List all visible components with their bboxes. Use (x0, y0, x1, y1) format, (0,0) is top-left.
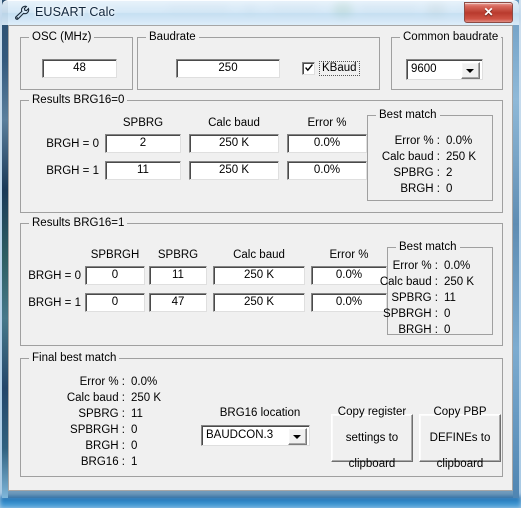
row-label-brgh-1: BRGH = 1 (46, 165, 99, 177)
cell-spbrg-brgh0: 2 (105, 134, 181, 153)
group-final-best-match: Final best match Error % : 0.0% Calc bau… (20, 352, 503, 477)
final-value-brgh: 0 (131, 440, 138, 452)
copy-pbp-line-1: Copy PBP (433, 405, 487, 418)
common-baudrate-combobox[interactable]: 9600 (406, 59, 483, 80)
copy-register-line-1: Copy register (337, 405, 407, 418)
brg16-location-value: BAUDCON.3 (206, 429, 274, 441)
copy-register-line-2: settings to (345, 431, 399, 444)
column-header-calc-baud: Calc baud (233, 249, 285, 261)
best-match-label-brgh: BRGH : (398, 324, 438, 336)
cell-spbrg-brgh1: 11 (105, 161, 181, 180)
column-header-calc-baud: Calc baud (208, 117, 260, 129)
copy-register-settings-button[interactable]: Copy register settings to clipboard (331, 406, 413, 470)
best-match-label-error: Error % : (392, 260, 438, 272)
brg16-location-combobox[interactable]: BAUDCON.3 (201, 425, 310, 446)
group-results-brg16-1-legend: Results BRG16=1 (29, 217, 128, 229)
best-match-value-spbrg: 2 (446, 167, 453, 179)
checkmark-icon (305, 64, 313, 72)
cell-spbrgh-brgh0: 0 (85, 266, 145, 285)
cell-calc-baud-brgh1: 250 K (189, 161, 279, 180)
copy-register-line-3: clipboard (348, 457, 396, 470)
wrench-icon (15, 5, 30, 20)
close-button[interactable]: ✕ (464, 2, 513, 23)
group-results-brg16-0-legend: Results BRG16=0 (29, 94, 128, 106)
osc-input[interactable]: 48 (42, 59, 117, 78)
best-match-value-spbrgh: 0 (444, 308, 451, 320)
row-label-brgh-0: BRGH = 0 (46, 138, 99, 150)
group-baudrate: Baudrate 250 KBaud (137, 31, 380, 90)
column-header-error: Error % (307, 117, 347, 129)
cell-error-brgh1: 0.0% (287, 161, 367, 180)
best-match-value-spbrg: 11 (444, 292, 456, 304)
best-match-label-error: Error % : (394, 135, 440, 147)
final-label-spbrgh: SPBRGH : (70, 424, 125, 436)
dialog-client-area: OSC (MHz) 48 Baudrate 250 KBaud Common b… (8, 25, 513, 491)
best-match-value-brgh: 0 (444, 324, 451, 336)
row-label-brgh-0: BRGH = 0 (28, 270, 81, 282)
cell-spbrg-brgh1: 47 (149, 293, 207, 312)
column-header-spbrgh: SPBRGH (90, 249, 140, 261)
column-header-spbrg: SPBRG (157, 249, 199, 261)
common-baudrate-value: 9600 (411, 63, 437, 75)
cell-calc-baud-brgh1: 250 K (213, 293, 305, 312)
group-baudrate-legend: Baudrate (146, 31, 199, 43)
group-results-brg16-1: Results BRG16=1 SPBRGH SPBRG Calc baud E… (20, 217, 503, 346)
best-match-value-calc-baud: 250 K (446, 151, 477, 163)
group-best-match-brg16-1-legend: Best match (396, 241, 460, 253)
final-label-error: Error % : (79, 376, 125, 388)
group-final-best-match-legend: Final best match (29, 352, 120, 364)
best-match-label-spbrg: SPBRG : (393, 167, 440, 179)
best-match-value-error: 0.0% (444, 260, 471, 272)
final-label-brg16: BRG16 : (80, 456, 125, 468)
copy-pbp-line-2: DEFINEs to (429, 431, 491, 444)
best-match-label-spbrg: SPBRG : (391, 292, 438, 304)
application-window: EUSART Calc ✕ OSC (MHz) 48 Baudrate 250 … (2, 0, 519, 498)
baudrate-input[interactable]: 250 (176, 59, 280, 78)
best-match-label-calc-baud: Calc baud : (381, 151, 440, 163)
group-common-baudrate: Common baudrate 9600 (391, 31, 503, 90)
row-label-brgh-1: BRGH = 1 (28, 297, 81, 309)
kbaud-checkbox[interactable] (302, 62, 315, 75)
best-match-value-brgh: 0 (446, 183, 453, 195)
group-osc-legend: OSC (MHz) (29, 31, 95, 43)
final-value-error: 0.0% (131, 376, 158, 388)
brg16-location-label: BRG16 location (219, 407, 301, 419)
cell-calc-baud-brgh0: 250 K (189, 134, 279, 153)
final-label-spbrg: SPBRG : (78, 408, 125, 420)
group-results-brg16-0: Results BRG16=0 SPBRG Calc baud Error % … (20, 94, 503, 213)
chevron-down-icon[interactable] (461, 62, 480, 79)
group-common-baudrate-legend: Common baudrate (400, 31, 502, 43)
group-osc: OSC (MHz) 48 (20, 31, 133, 90)
group-best-match-brg16-0-legend: Best match (376, 109, 440, 121)
best-match-label-spbrgh: SPBRGH : (383, 308, 438, 320)
final-label-calc-baud: Calc baud : (66, 392, 125, 404)
final-value-spbrgh: 0 (131, 424, 138, 436)
best-match-label-calc-baud: Calc baud : (379, 276, 438, 288)
cell-error-brgh0: 0.0% (287, 134, 367, 153)
best-match-label-brgh: BRGH : (400, 183, 440, 195)
chevron-down-icon[interactable] (288, 428, 307, 445)
column-header-spbrg: SPBRG (122, 117, 164, 129)
window-title: EUSART Calc (35, 5, 115, 19)
final-value-brg16: 1 (131, 456, 138, 468)
copy-pbp-line-3: clipboard (436, 457, 484, 470)
final-value-calc-baud: 250 K (131, 392, 162, 404)
best-match-value-error: 0.0% (446, 135, 473, 147)
best-match-value-calc-baud: 250 K (444, 276, 475, 288)
group-best-match-brg16-1: Best match Error % : 0.0% Calc baud : 25… (380, 241, 493, 336)
final-value-spbrg: 11 (131, 408, 143, 420)
cell-spbrgh-brgh1: 0 (85, 293, 145, 312)
copy-pbp-defines-button[interactable]: Copy PBP DEFINEs to clipboard (419, 406, 501, 470)
group-best-match-brg16-0: Best match Error % : 0.0% Calc baud : 25… (367, 109, 493, 201)
title-bar[interactable]: EUSART Calc ✕ (2, 0, 519, 25)
cell-calc-baud-brgh0: 250 K (213, 266, 305, 285)
kbaud-label[interactable]: KBaud (319, 61, 360, 76)
final-label-brgh: BRGH : (85, 440, 125, 452)
cell-spbrg-brgh0: 11 (149, 266, 207, 285)
